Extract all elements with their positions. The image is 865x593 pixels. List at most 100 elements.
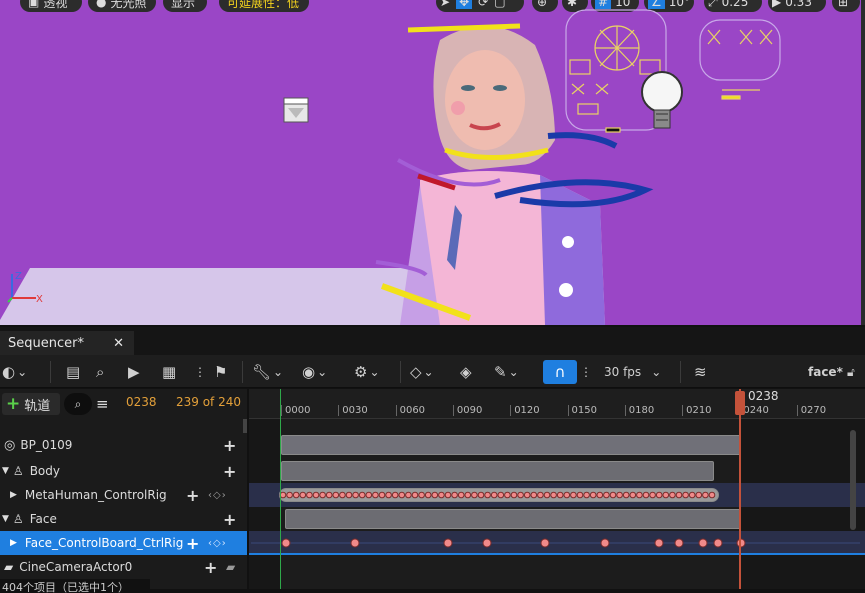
filter-icon: ≡ xyxy=(96,395,109,413)
more-icon: ⋮ xyxy=(580,365,592,379)
section-bar[interactable] xyxy=(281,461,714,481)
section-bar[interactable] xyxy=(281,435,741,455)
skeletal-icon: ♙ xyxy=(12,512,24,526)
more-icon: ⋮ xyxy=(194,365,206,379)
search-button[interactable]: ⌕ xyxy=(64,393,92,415)
track-label: CineCameraActor0 xyxy=(19,560,133,574)
add-track-button[interactable]: + 轨道 xyxy=(2,393,60,415)
key-interpolation-button[interactable]: ◇ ⌄ xyxy=(410,360,434,384)
track-label: Face xyxy=(29,512,57,526)
viewport-border xyxy=(861,0,865,325)
playhead-handle[interactable] xyxy=(735,391,745,415)
current-frame-input[interactable]: 0238 xyxy=(126,395,157,409)
track-lane xyxy=(249,507,865,531)
snap-options-button[interactable]: ⋮ xyxy=(580,360,592,384)
chevron-down-icon: ⌄ xyxy=(651,365,662,379)
track-lane-selected xyxy=(249,531,865,555)
edit-mode-button[interactable]: ✎ ⌄ xyxy=(494,360,519,384)
sequencer-toolbar: ◐ ⌄ ▤ ⌕ ▶ ▦ ⋮ ⚑ 🔧︎ ⌄ ◉ ⌄ ⚙ ⌄ ◇ ⌄ ◈ ✎ ⌄ ∩ ⋮ 30 … xyxy=(0,355,865,388)
chevron-down-icon: ⌄ xyxy=(17,365,28,379)
expand-arrow-icon[interactable]: ▼ xyxy=(2,514,9,524)
add-icon[interactable]: + xyxy=(223,462,236,481)
curve-editor-button[interactable]: ≋ xyxy=(694,360,707,384)
playback-options-button[interactable]: ⚙ ⌄ xyxy=(354,360,380,384)
add-icon[interactable]: + xyxy=(186,486,199,505)
magnet-icon: ∩ xyxy=(554,363,566,381)
sequencer-tab-title: Sequencer* xyxy=(8,335,84,351)
lock-button[interactable]: 🔓︎ xyxy=(847,360,855,384)
save-icon: ▤ xyxy=(66,363,81,381)
search-icon: ⌕ xyxy=(74,396,82,411)
view-options-button[interactable]: ◉ ⌄ xyxy=(302,360,327,384)
save-button[interactable]: ▤ xyxy=(66,360,80,384)
tools-button[interactable]: 🔧︎ ⌄ xyxy=(252,360,283,384)
track-label: BP_0109 xyxy=(20,438,73,452)
snap-toggle[interactable]: ∩ xyxy=(543,360,577,384)
plus-icon: + xyxy=(6,394,21,414)
eye-icon: ◉ xyxy=(302,363,316,381)
keyframe-strip[interactable] xyxy=(279,488,719,502)
close-icon[interactable]: ✕ xyxy=(113,336,124,351)
pencil-icon: ✎ xyxy=(494,363,507,381)
diamond-icon: ◇ xyxy=(410,363,422,381)
toolbar-divider xyxy=(242,361,243,383)
axis-z-label: Z xyxy=(15,271,22,282)
add-icon[interactable]: + xyxy=(223,436,236,455)
world-button[interactable]: ◐ ⌄ xyxy=(2,360,27,384)
track-row[interactable]: ▶ MetaHuman_ControlRig + ‹◇› xyxy=(0,483,247,507)
actions-icon: ⚑ xyxy=(214,363,228,381)
filter-button[interactable]: ≡ xyxy=(96,393,109,415)
more-options-button[interactable]: ⋮ xyxy=(194,360,206,384)
key-nav-icons[interactable]: ‹◇› xyxy=(208,538,227,549)
fps-dropdown[interactable]: 30 fps ⌄ xyxy=(604,360,661,384)
track-row[interactable]: ▰ CineCameraActor0 + ▰ xyxy=(0,555,247,579)
add-icon[interactable]: + xyxy=(186,534,199,553)
clapper-button[interactable]: ▦ xyxy=(162,360,176,384)
fps-label: 30 fps xyxy=(604,365,642,379)
level-viewport[interactable]: ▣ 透视 ● 无光照 显示 可延展性：低 ➤ ✥ ⟳ ▢ ⊕ ✱ #10 ∠ 10° … xyxy=(0,0,861,325)
track-row-selected[interactable]: ▶ Face_ControlBoard_CtrlRig + ‹◇› xyxy=(0,531,247,555)
toolbar-divider xyxy=(400,361,401,383)
light-bulb-icon xyxy=(641,71,683,129)
curve-icon: ≋ xyxy=(694,363,707,381)
track-row[interactable]: ◎ BP_0109 + xyxy=(0,433,247,457)
actions-button[interactable]: ⚑ xyxy=(214,360,227,384)
add-key-button[interactable]: ◈ xyxy=(460,360,472,384)
track-row[interactable]: ▼ ♙ Face + xyxy=(0,507,247,531)
expand-arrow-icon[interactable]: ▶ xyxy=(10,490,17,500)
wrench-icon: 🔧︎ xyxy=(252,363,272,381)
start-marker[interactable] xyxy=(280,389,281,589)
track-outliner: + 轨道 ⌕ ≡ 0238 239 of 240 ◎ BP_0109 + ▼ ♙… xyxy=(0,389,247,593)
camera-icon: ▰ xyxy=(4,560,14,574)
tab-sequencer[interactable]: Sequencer* ✕ xyxy=(0,331,134,355)
movie-camera-icon: ▶ xyxy=(128,363,140,381)
track-label: Body xyxy=(29,464,60,478)
chevron-down-icon: ⌄ xyxy=(317,365,328,379)
timeline-scrollbar[interactable] xyxy=(850,430,856,530)
ruler-tick-label: 0210 xyxy=(682,405,712,416)
ruler-tick-label: 0270 xyxy=(796,405,826,416)
chevron-down-icon: ⌄ xyxy=(508,365,519,379)
expand-arrow-icon[interactable]: ▼ xyxy=(2,466,9,476)
track-label: MetaHuman_ControlRig xyxy=(24,488,167,502)
outliner-scrollbar[interactable] xyxy=(243,419,247,433)
section-bar[interactable] xyxy=(285,509,741,529)
axis-gizmo: Z X xyxy=(6,268,46,311)
toolbar-divider xyxy=(680,361,681,383)
find-asset-button[interactable]: ⌕ xyxy=(96,360,104,384)
scene-render xyxy=(283,9,781,325)
sequence-name: face* xyxy=(808,365,843,379)
add-icon[interactable]: + xyxy=(223,510,236,529)
ruler-tick-label: 0150 xyxy=(567,405,597,416)
render-movie-button[interactable]: ▶ xyxy=(128,360,140,384)
track-row[interactable]: ▼ ♙ Body + xyxy=(0,459,247,483)
add-icon[interactable]: + xyxy=(204,558,217,577)
camera-cut-icon[interactable]: ▰ xyxy=(226,560,235,574)
ruler-tick-label: 0180 xyxy=(624,405,654,416)
key-diamond-icon: ◈ xyxy=(460,363,472,381)
find-icon: ⌕ xyxy=(96,363,105,381)
expand-arrow-icon[interactable]: ▶ xyxy=(10,538,17,548)
key-nav-icons[interactable]: ‹◇› xyxy=(208,490,227,501)
ruler-tick-label: 0120 xyxy=(510,405,540,416)
gear-icon: ⚙ xyxy=(354,363,368,381)
